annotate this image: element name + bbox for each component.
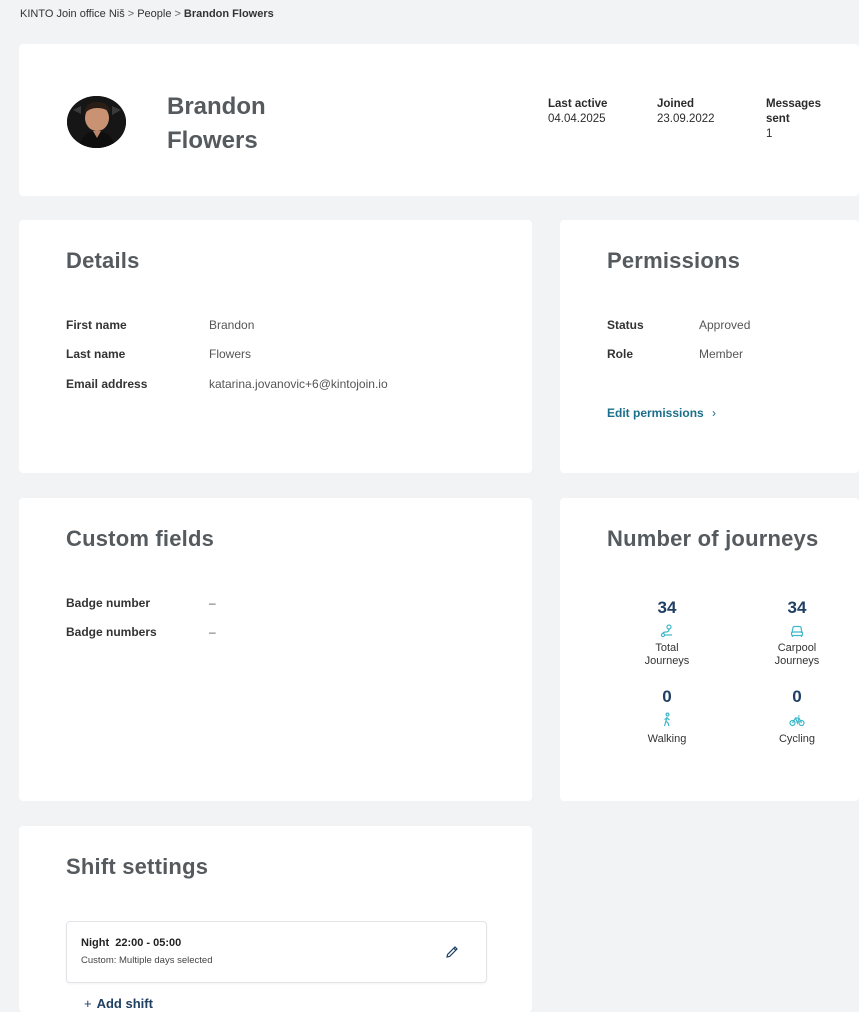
profile-card <box>19 44 859 196</box>
journey-label: Walking <box>647 733 687 745</box>
stat-last-active: Last active 04.04.2025 <box>548 97 620 127</box>
avatar <box>67 96 126 148</box>
field-label: Email address <box>66 377 148 391</box>
details-title: Details <box>66 248 140 273</box>
stat-value: 1 <box>766 128 773 140</box>
stat-joined: Joined 23.09.2022 <box>657 97 729 127</box>
route-icon <box>660 624 672 638</box>
journey-label: Carpool Journeys <box>774 642 820 667</box>
custom-fields-title: Custom fields <box>66 526 215 551</box>
field-value: – <box>209 625 216 639</box>
field-value: – <box>209 596 216 610</box>
pencil-icon[interactable] <box>444 944 460 960</box>
field-value: Member <box>699 347 744 361</box>
journey-stat-walking: 0 Walking <box>617 687 717 746</box>
journey-count: 0 <box>792 687 802 706</box>
shift-title: Night 22:00 - 05:00 <box>81 937 181 949</box>
field-value: Brandon <box>209 318 255 332</box>
journey-stat-carpool: 34 Carpool Journeys <box>747 598 847 668</box>
breadcrumb: KINTO Join office Niš > People > Brandon Flo… <box>20 8 274 20</box>
shift-item[interactable]: Night 22:00 - 05:00 Custom: Multiple day… <box>66 921 487 983</box>
journey-count: 0 <box>662 687 672 706</box>
stat-label: Joined <box>657 98 695 110</box>
stat-value: 23.09.2022 <box>657 113 715 125</box>
breadcrumb-item-people[interactable]: People <box>137 8 171 20</box>
breadcrumb-item-office[interactable]: KINTO Join office Niš <box>20 8 125 20</box>
journey-count: 34 <box>787 598 807 617</box>
breadcrumb-separator: > <box>127 8 135 20</box>
journey-count: 34 <box>657 598 677 617</box>
field-label: Status <box>607 318 644 332</box>
permissions-title: Permissions <box>607 248 741 273</box>
field-value: katarina.jovanovic+6@kintojoin.io <box>209 377 388 391</box>
stat-messages-sent: Messages sent 1 <box>766 97 836 142</box>
journeys-title: Number of journeys <box>607 526 819 551</box>
field-label: First name <box>66 318 127 332</box>
journey-label: Total Journeys <box>644 642 690 667</box>
field-label: Badge number <box>66 596 151 610</box>
bicycle-icon <box>789 715 805 727</box>
field-label: Last name <box>66 347 126 361</box>
journey-stat-cycling: 0 Cycling <box>747 687 847 746</box>
field-label: Badge numbers <box>66 625 157 639</box>
add-shift-button[interactable]: + Add shift <box>84 996 153 1011</box>
shift-description: Custom: Multiple days selected <box>81 955 213 966</box>
stat-value: 04.04.2025 <box>548 113 606 125</box>
stat-label: Messages sent <box>766 98 821 125</box>
breadcrumb-separator: > <box>174 8 181 20</box>
journey-label: Cycling <box>778 733 816 745</box>
plus-icon: + <box>84 996 92 1011</box>
field-label: Role <box>607 347 634 361</box>
profile-name: Brandon Flowers <box>167 93 266 154</box>
chevron-right-icon: › <box>712 406 717 420</box>
walking-icon <box>663 712 670 727</box>
edit-permissions-link[interactable]: Edit permissions › <box>607 406 716 420</box>
field-value: Approved <box>699 318 751 332</box>
shift-name: Night <box>81 937 110 949</box>
shift-settings-title: Shift settings <box>66 854 209 879</box>
stat-label: Last active <box>548 98 608 110</box>
field-value: Flowers <box>209 347 252 361</box>
add-shift-label: Add shift <box>96 996 153 1011</box>
shift-time: 22:00 - 05:00 <box>115 937 182 949</box>
breadcrumb-current: Brandon Flowers <box>183 8 274 20</box>
edit-permissions-label: Edit permissions <box>607 406 704 420</box>
car-icon <box>790 625 804 637</box>
journey-stat-total: 34 Total Journeys <box>617 598 717 668</box>
